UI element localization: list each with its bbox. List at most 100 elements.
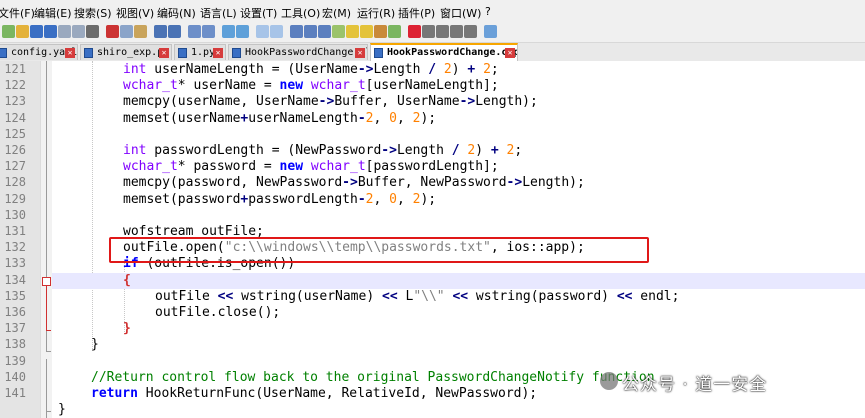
menu-edit[interactable]: 编辑(E) xyxy=(34,5,72,21)
word-wrap-icon[interactable] xyxy=(290,25,303,38)
file-icon xyxy=(232,48,241,58)
menu-bar: 文件(F) 编辑(E) 搜索(S) 视图(V) 编码(N) 语言(L) 设置(T… xyxy=(0,0,865,22)
watermark-text: 公众号 · 道一安全 xyxy=(622,375,768,395)
find-icon[interactable] xyxy=(188,25,201,38)
menu-encoding[interactable]: 编码(N) xyxy=(157,5,196,21)
line-number: 121 xyxy=(4,62,26,76)
code-line-127: wchar_t* password = new wchar_t[password… xyxy=(123,159,499,174)
fold-end-tick xyxy=(46,411,51,412)
line-number: 124 xyxy=(4,111,26,125)
fold-guide-block xyxy=(46,286,47,330)
file-icon xyxy=(178,48,187,58)
code-line-128: memcpy(password, NewPassword->Buffer, Ne… xyxy=(123,175,585,190)
record-macro-icon[interactable] xyxy=(408,25,421,38)
function-list-icon[interactable] xyxy=(360,25,373,38)
file-icon xyxy=(374,48,383,58)
undo-icon[interactable] xyxy=(154,25,167,38)
toolbar xyxy=(0,22,865,43)
code-line-142: } xyxy=(58,402,66,417)
line-number: 125 xyxy=(4,127,26,141)
code-line-126: int passwordLength = (NewPassword->Lengt… xyxy=(123,143,523,158)
close-icon[interactable]: ✕ xyxy=(213,48,223,58)
line-number: 122 xyxy=(4,78,26,92)
fold-toggle-icon[interactable] xyxy=(42,277,51,286)
code-line-140: //Return control flow back to the origin… xyxy=(91,370,655,385)
spell-check-icon[interactable] xyxy=(484,25,497,38)
line-number: 138 xyxy=(4,337,26,351)
doc-map-icon[interactable] xyxy=(346,25,359,38)
code-line-123: memcpy(userName, UserName->Buffer, UserN… xyxy=(123,94,538,109)
tab-label: 1.py xyxy=(191,47,216,58)
close-file-icon[interactable] xyxy=(58,25,71,38)
replace-icon[interactable] xyxy=(202,25,215,38)
menu-macro[interactable]: 宏(M) xyxy=(322,5,351,21)
tab-bar: config.yaml ✕ shiro_exp.py ✕ 1.py ✕ Hook… xyxy=(0,43,865,62)
line-number: 129 xyxy=(4,192,26,206)
open-file-icon[interactable] xyxy=(16,25,29,38)
fold-end-tick xyxy=(46,330,51,331)
line-number: 136 xyxy=(4,305,26,319)
line-number: 133 xyxy=(4,256,26,270)
line-number: 126 xyxy=(4,143,26,157)
code-line-135: outFile << wstring(userName) << L"\\" <<… xyxy=(155,289,680,304)
tab-hookpasswordchange-cpp[interactable]: HookPasswordChange.cpp ✕ xyxy=(370,43,518,61)
paste-icon[interactable] xyxy=(134,25,147,38)
print-icon[interactable] xyxy=(86,25,99,38)
play-macro-icon[interactable] xyxy=(436,25,449,38)
menu-run[interactable]: 运行(R) xyxy=(357,5,395,21)
save-all-icon[interactable] xyxy=(44,25,57,38)
tab-hookpasswordchange-sln[interactable]: HookPasswordChange.sln ✕ xyxy=(228,44,368,60)
show-all-chars-icon[interactable] xyxy=(304,25,317,38)
zoom-out-icon[interactable] xyxy=(236,25,249,38)
code-line-137: } xyxy=(123,321,131,336)
tab-1-py[interactable]: 1.py ✕ xyxy=(174,44,226,60)
line-number: 127 xyxy=(4,159,26,173)
zoom-in-icon[interactable] xyxy=(222,25,235,38)
close-icon[interactable]: ✕ xyxy=(159,48,169,58)
file-icon xyxy=(0,48,7,58)
close-icon[interactable]: ✕ xyxy=(355,48,365,58)
tab-label: HookPasswordChange.sln xyxy=(245,47,368,58)
line-number: 130 xyxy=(4,208,26,222)
sync-horizontal-icon[interactable] xyxy=(270,25,283,38)
indent-guide-icon[interactable] xyxy=(318,25,331,38)
folder-workspace-icon[interactable] xyxy=(374,25,387,38)
wechat-icon xyxy=(600,372,618,390)
run-macro-multiple-icon[interactable] xyxy=(450,25,463,38)
cut-icon[interactable] xyxy=(106,25,119,38)
menu-tools[interactable]: 工具(O) xyxy=(281,5,320,21)
menu-plugins[interactable]: 插件(P) xyxy=(398,5,435,21)
code-line-141: return HookReturnFunc(UserName, Relative… xyxy=(91,386,538,401)
fold-margin xyxy=(40,61,52,418)
save-macro-icon[interactable] xyxy=(464,25,477,38)
code-line-122: wchar_t* userName = new wchar_t[userName… xyxy=(123,78,499,93)
copy-icon[interactable] xyxy=(120,25,133,38)
save-icon[interactable] xyxy=(30,25,43,38)
highlight-box xyxy=(109,237,649,263)
close-icon[interactable]: ✕ xyxy=(65,48,75,58)
menu-window[interactable]: 窗口(W) xyxy=(440,5,481,21)
menu-settings[interactable]: 设置(T) xyxy=(240,5,277,21)
menu-help[interactable]: ? xyxy=(485,5,491,18)
menu-search[interactable]: 搜索(S) xyxy=(74,5,112,21)
new-file-icon[interactable] xyxy=(2,25,15,38)
code-line-134: { xyxy=(123,273,131,288)
fold-guide-function xyxy=(46,359,47,418)
tab-config-yaml[interactable]: config.yaml ✕ xyxy=(0,44,78,60)
monitoring-icon[interactable] xyxy=(388,25,401,38)
tab-shiro-exp-py[interactable]: shiro_exp.py ✕ xyxy=(80,44,172,60)
code-line-136: outFile.close(); xyxy=(155,305,281,320)
sync-scroll-icon[interactable] xyxy=(256,25,269,38)
line-number: 123 xyxy=(4,94,26,108)
fold-end-tick xyxy=(46,351,51,352)
menu-file[interactable]: 文件(F) xyxy=(0,5,35,21)
menu-view[interactable]: 视图(V) xyxy=(116,5,154,21)
line-number: 131 xyxy=(4,224,26,238)
redo-icon[interactable] xyxy=(168,25,181,38)
close-all-icon[interactable] xyxy=(72,25,85,38)
close-icon[interactable]: ✕ xyxy=(505,48,515,58)
language-icon[interactable] xyxy=(332,25,345,38)
menu-language[interactable]: 语言(L) xyxy=(200,5,237,21)
tab-label: HookPasswordChange.cpp xyxy=(387,47,518,58)
stop-macro-icon[interactable] xyxy=(422,25,435,38)
